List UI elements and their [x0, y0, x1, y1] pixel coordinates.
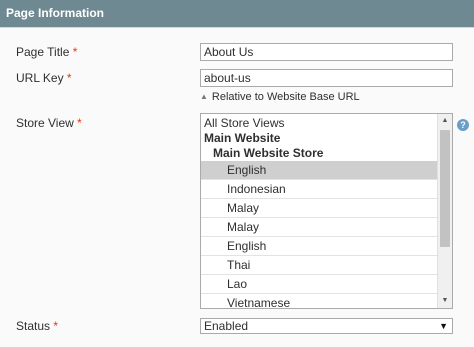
- scrollbar-thumb[interactable]: [440, 130, 450, 247]
- listbox-scrollbar[interactable]: ▲ ▼: [437, 114, 452, 308]
- store-view-option-thai[interactable]: Thai: [201, 256, 437, 275]
- up-triangle-icon: ▲: [200, 92, 208, 101]
- store-view-option-indonesian[interactable]: Indonesian: [201, 180, 437, 199]
- page-title-label: Page Title *: [16, 45, 77, 59]
- required-marker: *: [66, 71, 72, 85]
- store-view-multiselect[interactable]: All Store Views Main Website Main Websit…: [200, 113, 453, 309]
- store-view-option-lao[interactable]: Lao: [201, 275, 437, 294]
- url-key-label: URL Key *: [16, 71, 72, 85]
- page-title-value: About Us: [204, 45, 254, 59]
- page-title-label-text: Page Title: [16, 45, 70, 59]
- store-view-option-english-2[interactable]: English: [201, 237, 437, 256]
- store-view-option-malay-2[interactable]: Malay: [201, 218, 437, 237]
- status-label: Status *: [16, 319, 58, 333]
- store-view-option-vietnamese[interactable]: Vietnamese: [201, 294, 437, 308]
- url-key-label-text: URL Key: [16, 71, 64, 85]
- page-title-input[interactable]: About Us: [200, 43, 453, 61]
- store-view-option-english[interactable]: English: [201, 161, 437, 180]
- status-label-text: Status: [16, 319, 51, 333]
- required-marker: *: [72, 45, 78, 59]
- url-key-value: about-us: [204, 71, 251, 85]
- store-view-group-website: Main Website: [204, 131, 281, 145]
- url-key-input[interactable]: about-us: [200, 69, 453, 87]
- scroll-up-icon[interactable]: ▲: [438, 114, 452, 128]
- section-header: Page Information: [0, 0, 474, 27]
- store-view-label-text: Store View: [16, 116, 74, 130]
- store-view-group-store: Main Website Store: [213, 146, 324, 160]
- scroll-down-icon[interactable]: ▼: [438, 294, 452, 308]
- section-title: Page Information: [6, 6, 105, 20]
- chevron-down-icon[interactable]: ▼: [439, 319, 448, 333]
- required-marker: *: [53, 319, 59, 333]
- store-view-label: Store View *: [16, 116, 82, 130]
- status-select[interactable]: Enabled ▼: [200, 318, 453, 334]
- status-value: Enabled: [204, 319, 249, 333]
- help-icon[interactable]: ?: [457, 119, 469, 131]
- store-view-option-malay[interactable]: Malay: [201, 199, 437, 218]
- url-key-hint-text: Relative to Website Base URL: [211, 91, 360, 103]
- required-marker: *: [77, 116, 82, 130]
- url-key-hint: ▲ Relative to Website Base URL: [200, 91, 360, 103]
- store-view-option-all[interactable]: All Store Views: [201, 115, 437, 131]
